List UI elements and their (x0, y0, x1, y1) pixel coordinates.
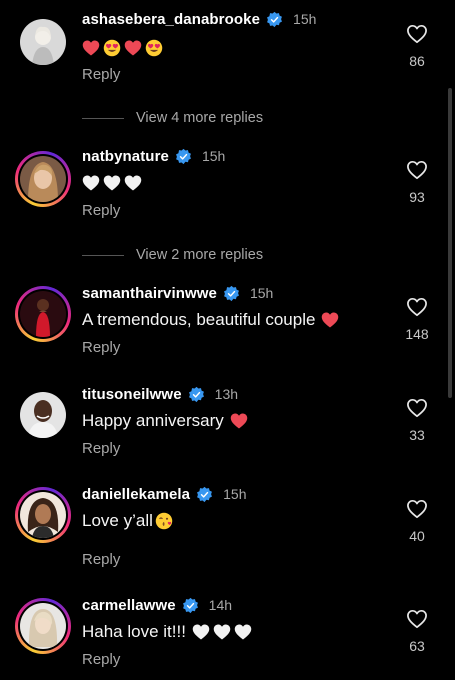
comment-text: A tremendous, beautiful couple (82, 308, 339, 332)
comment-text: Happy anniversary (82, 409, 248, 433)
username[interactable]: titusoneilwwe (82, 386, 182, 403)
kiss-face-icon (155, 512, 173, 530)
avatar[interactable] (15, 151, 71, 207)
verified-badge-icon (188, 386, 204, 402)
verified-badge-icon (224, 285, 239, 301)
heart-eyes-icon (103, 39, 121, 57)
verified-badge-icon (267, 11, 282, 27)
view-more-replies[interactable]: View 4 more replies (82, 108, 263, 128)
comment-text: Haha love it!!! (82, 620, 252, 644)
like-count: 33 (409, 427, 425, 443)
like-control: 63 (402, 609, 432, 654)
white-heart-icon (234, 624, 252, 640)
reply-button[interactable]: Reply (82, 202, 120, 219)
timestamp: 15h (223, 486, 247, 502)
heart-outline-icon[interactable] (406, 609, 428, 629)
timestamp: 15h (201, 148, 226, 164)
white-heart-icon (213, 624, 231, 640)
avatar[interactable] (15, 487, 71, 543)
reply-button[interactable]: Reply (82, 66, 120, 83)
comment-body: Love y’all (82, 511, 153, 530)
heart-outline-icon[interactable] (406, 24, 428, 44)
comment-text: Love y’all (82, 509, 173, 533)
avatar[interactable] (15, 14, 71, 70)
like-control: 33 (402, 398, 432, 443)
heart-eyes-icon (145, 39, 163, 57)
username[interactable]: natbynature (82, 148, 169, 165)
white-heart-icon (192, 624, 210, 640)
heart-outline-icon[interactable] (406, 160, 428, 180)
verified-badge-icon (176, 148, 191, 164)
like-control: 86 (402, 24, 432, 69)
timestamp: 13h (214, 386, 239, 402)
timestamp: 15h (293, 11, 317, 27)
like-count: 63 (409, 638, 425, 654)
red-heart-icon (124, 40, 142, 56)
like-count: 40 (409, 528, 425, 544)
reply-button[interactable]: Reply (82, 440, 120, 457)
view-more-label: View 2 more replies (136, 247, 264, 263)
timestamp: 15h (249, 285, 274, 301)
heart-outline-icon[interactable] (406, 297, 428, 317)
red-heart-icon (82, 40, 100, 56)
avatar[interactable] (15, 387, 71, 443)
divider-line (82, 254, 124, 256)
verified-badge-icon (197, 486, 213, 502)
like-control: 148 (402, 297, 432, 342)
reply-button[interactable]: Reply (82, 339, 120, 356)
avatar[interactable] (15, 286, 71, 342)
like-count: 93 (409, 189, 425, 205)
reply-button[interactable]: Reply (82, 551, 120, 568)
divider-line (82, 117, 124, 119)
like-count: 148 (405, 326, 429, 342)
username[interactable]: ashasebera_danabrooke (82, 11, 260, 28)
heart-outline-icon[interactable] (406, 398, 428, 418)
white-heart-icon (82, 175, 100, 191)
like-control: 40 (402, 499, 432, 544)
comment-body: Happy anniversary (82, 411, 224, 430)
comment-body: A tremendous, beautiful couple (82, 310, 316, 329)
comment-body: Haha love it!!! (82, 622, 186, 641)
scrollbar[interactable] (448, 88, 452, 398)
red-heart-icon (230, 413, 247, 429)
like-count: 86 (409, 53, 425, 69)
view-more-replies[interactable]: View 2 more replies (82, 245, 263, 265)
username[interactable]: samanthairvinwwe (82, 285, 217, 302)
white-heart-icon (103, 175, 121, 191)
comment-text (82, 36, 163, 60)
like-control: 93 (402, 160, 432, 205)
heart-outline-icon[interactable] (406, 499, 428, 519)
username[interactable]: daniellekamela (82, 486, 190, 503)
white-heart-icon (124, 175, 142, 191)
comment-text (82, 171, 142, 195)
timestamp: 14h (208, 597, 233, 613)
reply-button[interactable]: Reply (82, 651, 120, 668)
view-more-label: View 4 more replies (136, 110, 264, 126)
verified-badge-icon (182, 597, 198, 613)
red-heart-icon (322, 312, 339, 328)
avatar[interactable] (15, 598, 71, 654)
username[interactable]: carmellawwe (82, 597, 176, 614)
